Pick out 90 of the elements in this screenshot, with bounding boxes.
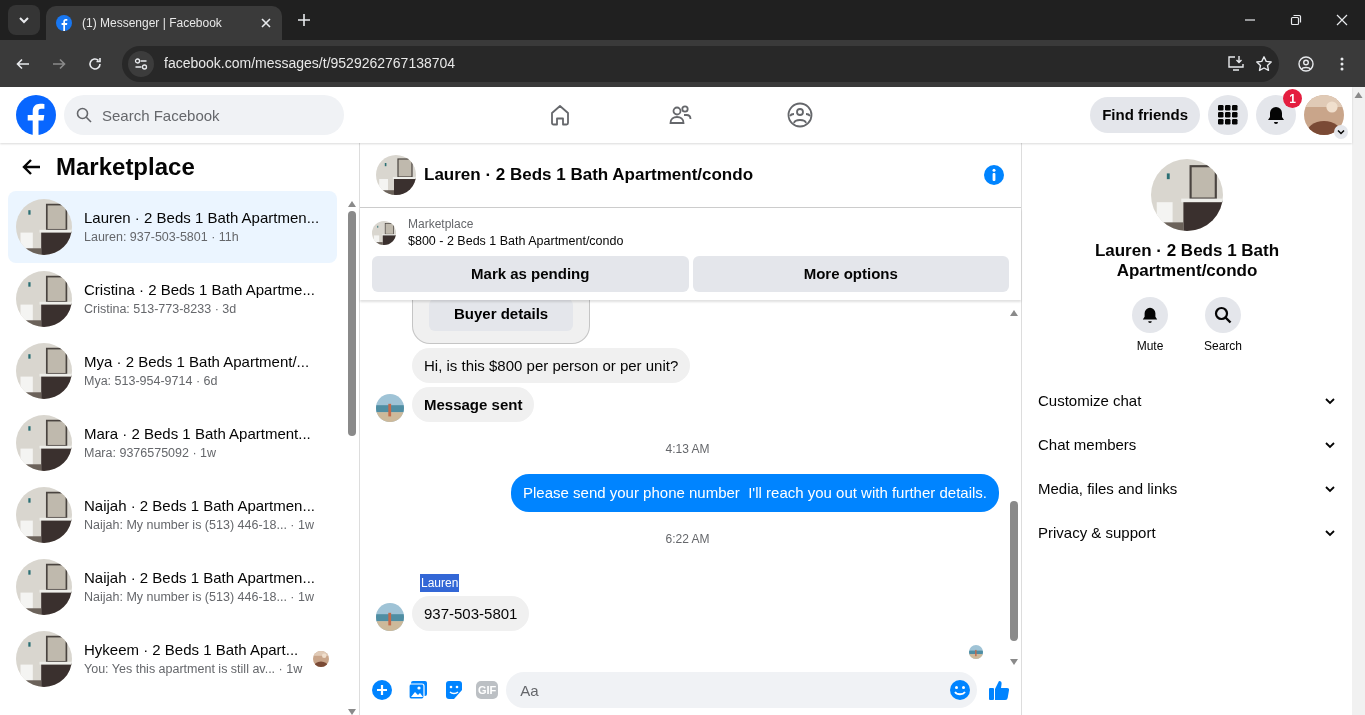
group-icon	[787, 102, 813, 128]
scrollbar-thumb[interactable]	[1010, 501, 1018, 641]
message-preview: Mya: 513-954-9714 · 6d	[84, 373, 219, 390]
page-title: Marketplace	[56, 152, 195, 182]
close-icon[interactable]	[260, 17, 272, 29]
buyer-details-button[interactable]: Buyer details	[429, 300, 574, 331]
chat-title: Lauren · 2 Beds 1 Bath Apartment/condo	[424, 164, 755, 187]
bell-icon	[1266, 105, 1286, 125]
message-preview: Naijah: My number is (513) 446-18... · 1w	[84, 517, 315, 534]
search-icon	[1214, 306, 1232, 324]
conversation-item[interactable]: Mara · 2 Beds 1 Bath Apartment... Mara: 9376575092 · 1w	[8, 407, 337, 479]
timestamp: 4:13 AM	[664, 440, 711, 458]
action-button[interactable]: More options	[692, 256, 1009, 292]
chat-name: Lauren · 2 Beds 1 Bath Apartment/condo	[1093, 241, 1281, 281]
message-bubble: Please send your phone number I'll reach you out with further details.	[511, 473, 999, 512]
listing-label: Marketplace	[408, 216, 475, 232]
scroll-up-icon[interactable]	[1354, 92, 1363, 98]
thumbs-up-icon	[988, 679, 1010, 701]
message-bubble: 937-503-5801	[412, 596, 530, 631]
close-icon	[1336, 14, 1348, 26]
chevron-icon	[1324, 395, 1336, 407]
message-preview: Mara: 9376575092 · 1w	[84, 445, 218, 462]
action-button[interactable]: Mark as pending	[372, 256, 689, 292]
home-icon	[548, 103, 572, 127]
notifications-button[interactable]	[1256, 95, 1296, 135]
message-preview: Cristina: 513-773-8233 · 3d	[84, 301, 238, 318]
conversation-item[interactable]: Cristina · 2 Beds 1 Bath Apartme... Cristina: 513-773-8233 · 3d	[8, 263, 337, 335]
chevron-down-icon	[1337, 128, 1345, 136]
conversation-title: Mara · 2 Beds 1 Bath Apartment...	[84, 424, 312, 444]
caret-icon	[18, 14, 30, 26]
search-field[interactable]: Search Facebook	[100, 95, 332, 135]
grid-icon	[1218, 105, 1238, 125]
conversation-item[interactable]: Naijah · 2 Beds 1 Bath Apartmen... Naijah: My number is (513) 446-18... · 1w	[8, 551, 337, 623]
chevron-icon	[1324, 439, 1336, 451]
scroll-up-icon[interactable]	[1010, 310, 1018, 316]
image-icon	[408, 680, 428, 700]
scroll-down-icon[interactable]	[1010, 659, 1018, 665]
message-preview: You: Yes this apartment is still av... · 1w	[84, 661, 301, 678]
conversation-item[interactable]: Hykeem · 2 Beds 1 Bath Apart... You: Yes this apartment is still av... · 1w	[8, 623, 337, 695]
plus-icon	[297, 13, 311, 27]
scroll-up-icon[interactable]	[348, 201, 356, 207]
search-box[interactable]: Search Facebook	[64, 95, 344, 135]
conversation-item[interactable]: Lauren · 2 Beds 1 Bath Apartmen... Lauren: 937-503-5801 · 11h	[8, 191, 337, 263]
sticker-icon	[444, 680, 464, 700]
facebook-logo[interactable]	[16, 95, 56, 135]
section-toggle[interactable]: Media, files and links	[1022, 467, 1352, 511]
info-icon[interactable]	[983, 164, 1005, 186]
timestamp: 6:22 AM	[664, 531, 711, 548]
account-menu-button[interactable]	[1334, 125, 1348, 139]
conversation-title: Mya · 2 Beds 1 Bath Apartment/...	[84, 352, 311, 372]
reload-icon	[87, 55, 103, 72]
tab-list-button[interactable]	[8, 5, 40, 35]
find-friends-button[interactable]: Find friends	[1090, 97, 1200, 133]
conversation-title: Lauren · 2 Beds 1 Bath Apartmen...	[84, 208, 321, 228]
restore-icon	[1290, 14, 1302, 26]
listing-title: $800 - 2 Beds 1 Bath Apartment/condo	[408, 233, 624, 250]
menu-button[interactable]	[1208, 95, 1248, 135]
search-icon	[76, 107, 92, 123]
message-bubble: Message sent	[412, 386, 535, 422]
sender-name: Lauren	[420, 574, 460, 592]
facebook-favicon-icon	[56, 15, 72, 31]
scroll-down-icon[interactable]	[348, 709, 356, 715]
section-toggle[interactable]: Privacy & support	[1022, 511, 1352, 555]
conversation-item[interactable]: Naijah · 2 Beds 1 Bath Apartmen... Naijah: My number is (513) 446-18... · 1w	[8, 479, 337, 551]
conversation-title: Naijah · 2 Beds 1 Bath Apartmen...	[84, 496, 316, 516]
conversation-title: Hykeem · 2 Beds 1 Bath Apart...	[84, 640, 300, 660]
star-icon[interactable]	[1255, 54, 1273, 73]
bell-icon	[1141, 306, 1159, 324]
site-settings-button[interactable]	[128, 50, 154, 77]
sliders-icon	[134, 56, 148, 71]
tab-title: (1) Messenger | Facebook	[82, 15, 223, 32]
people-icon	[668, 103, 692, 127]
plus-circle-icon	[372, 680, 392, 700]
scrollbar-thumb[interactable]	[348, 211, 356, 436]
notification-badge: 1	[1283, 89, 1302, 108]
profile-icon	[1298, 55, 1314, 72]
install-icon[interactable]	[1227, 54, 1245, 73]
message-preview: Naijah: My number is (513) 446-18... · 1w	[84, 589, 315, 606]
conversation-item[interactable]: Mya · 2 Beds 1 Bath Apartment/... Mya: 513-954-9714 · 6d	[8, 335, 337, 407]
conversation-title: Naijah · 2 Beds 1 Bath Apartmen...	[84, 568, 316, 588]
section-toggle[interactable]: Customize chat	[1022, 379, 1352, 423]
browser-tab[interactable]: (1) Messenger | Facebook	[46, 6, 282, 40]
back-arrow-icon[interactable]	[22, 157, 42, 177]
message-bubble: Hi, is this $800 per person or per unit?	[412, 347, 691, 383]
emoji-icon[interactable]	[949, 679, 971, 701]
chevron-icon	[1324, 483, 1336, 495]
section-toggle[interactable]: Chat members	[1022, 423, 1352, 467]
message-preview: Lauren: 937-503-5801 · 11h	[84, 229, 240, 246]
conversation-title: Cristina · 2 Beds 1 Bath Apartme...	[84, 280, 316, 300]
chevron-icon	[1324, 527, 1336, 539]
